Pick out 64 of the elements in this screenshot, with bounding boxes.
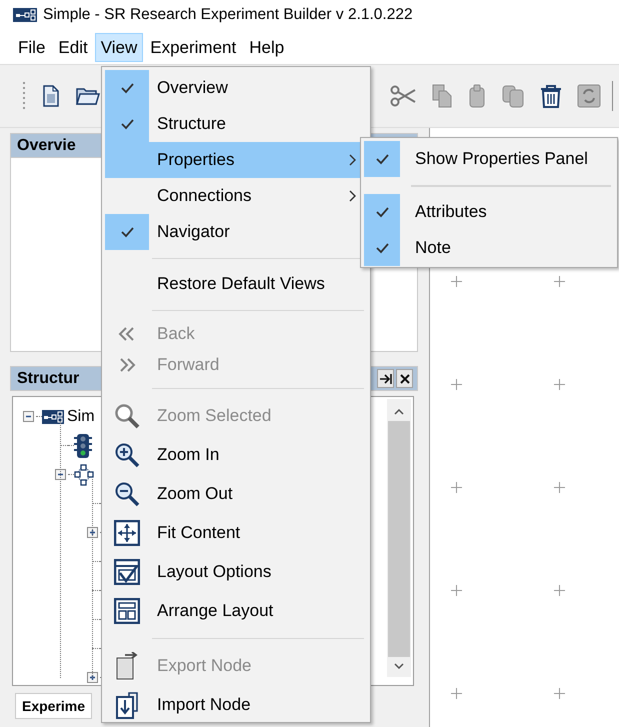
menu-bar-item[interactable]: View xyxy=(94,32,144,62)
menu-item[interactable]: Restore Default Views xyxy=(105,266,367,302)
menu-bar-item[interactable]: Experiment xyxy=(144,32,242,62)
sequence-icon[interactable] xyxy=(74,464,94,486)
traffic-light-icon[interactable] xyxy=(74,434,92,458)
menu-item[interactable]: Zoom Out xyxy=(105,474,367,513)
grid-mark xyxy=(451,379,462,390)
menu-item[interactable]: Overview xyxy=(105,70,367,106)
scroll-up-icon[interactable] xyxy=(394,409,404,415)
close-button[interactable] xyxy=(396,369,413,388)
menu-item[interactable]: Zoom In xyxy=(105,435,367,474)
menu-item[interactable]: Structure xyxy=(105,106,367,142)
grid-mark xyxy=(451,688,462,699)
toolbar-grip xyxy=(22,81,26,111)
checked-window-icon xyxy=(114,558,140,584)
clipboard-icon[interactable] xyxy=(468,84,486,108)
import-icon xyxy=(115,690,139,718)
grid-mark xyxy=(554,482,565,493)
panel-title: Overvie xyxy=(17,136,76,154)
expand-icon[interactable] xyxy=(86,527,98,538)
menu-item[interactable]: Arrange Layout xyxy=(105,591,367,630)
clipboards-icon[interactable] xyxy=(501,84,525,108)
layout-grid-icon xyxy=(114,598,140,624)
grid-mark xyxy=(554,276,565,287)
pin-button[interactable] xyxy=(377,369,394,388)
arrow-to-bar-icon xyxy=(380,372,392,384)
scissors-icon[interactable] xyxy=(390,85,416,107)
menu-item[interactable]: Attributes xyxy=(364,194,614,230)
collapse-icon[interactable] xyxy=(54,469,66,480)
new-document-icon[interactable] xyxy=(42,85,60,107)
grid-mark xyxy=(451,276,462,287)
scroll-down-icon[interactable] xyxy=(394,663,404,669)
close-icon xyxy=(398,372,410,384)
refresh-icon[interactable] xyxy=(577,84,601,108)
menu-bar-item[interactable]: Edit xyxy=(52,32,94,62)
grid-mark xyxy=(554,585,565,596)
window-title: Simple - SR Research Experiment Builder v 2.1.0.222 xyxy=(43,6,413,24)
zoom-in-icon xyxy=(114,442,140,468)
menu-bar-item[interactable]: File xyxy=(12,32,52,62)
panel-title: Structur xyxy=(17,370,80,388)
menu-item[interactable]: Show Properties Panel xyxy=(364,141,614,177)
grid-mark xyxy=(554,379,565,390)
grid-mark xyxy=(554,688,565,699)
magnifier-icon xyxy=(114,402,140,428)
copy-icon[interactable] xyxy=(431,84,453,108)
menu-item[interactable]: Layout Options xyxy=(105,552,367,591)
grid-mark xyxy=(451,482,462,493)
menu-bar-item[interactable]: Help xyxy=(243,32,290,62)
experiment-icon[interactable] xyxy=(42,410,64,424)
expand-icon[interactable] xyxy=(86,672,98,683)
four-arrows-icon xyxy=(114,520,140,546)
app-logo-icon xyxy=(13,8,37,22)
collapse-icon[interactable] xyxy=(22,411,34,422)
zoom-out-icon xyxy=(114,480,140,506)
grid-mark xyxy=(451,585,462,596)
folder-icon[interactable] xyxy=(76,86,100,106)
panel-tab[interactable]: Experime xyxy=(15,693,92,719)
menu-item[interactable]: Import Node xyxy=(105,685,367,724)
tree-item-label[interactable]: Sim xyxy=(67,408,95,426)
menu-item[interactable]: Note xyxy=(364,230,614,266)
scrollbar-thumb[interactable] xyxy=(388,421,410,657)
menu-item[interactable]: Fit Content xyxy=(105,513,367,552)
trash-icon[interactable] xyxy=(540,84,562,108)
export-icon xyxy=(115,652,139,680)
